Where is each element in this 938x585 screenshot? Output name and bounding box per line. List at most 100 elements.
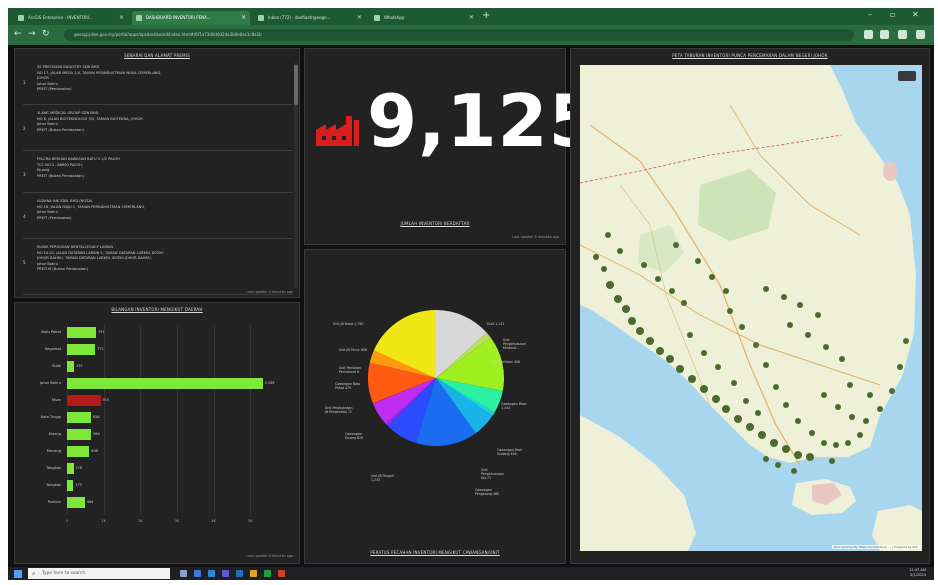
pie-label-line: Kluang 629 — [345, 436, 364, 441]
tab-favicon-icon — [136, 15, 142, 21]
category-label: Pontian — [47, 500, 61, 504]
teams-icon[interactable] — [222, 570, 229, 577]
scrollbar[interactable] — [294, 63, 298, 288]
category-label: Segamat — [44, 347, 61, 351]
pie-label-line: Unit JB Timur 808 — [339, 348, 367, 352]
taskbar-search-input[interactable]: ⌕ Type here to search — [28, 568, 170, 579]
x-tick-label: 3K — [174, 519, 180, 523]
scrollbar-thumb[interactable] — [294, 65, 298, 105]
category-label: Kota Tinggi — [40, 415, 61, 419]
word-icon[interactable] — [236, 570, 243, 577]
task-view-icon[interactable] — [180, 570, 187, 577]
excel-icon[interactable] — [264, 570, 271, 577]
grid-line — [103, 325, 105, 515]
premise-index: 5 — [23, 260, 26, 265]
bar[interactable] — [67, 429, 92, 440]
pie-label-line: Kluit 1,123 — [487, 322, 505, 326]
browser-tab[interactable]: Inbox (772) - doefiastr@eoge... × — [254, 11, 366, 25]
close-icon[interactable]: × — [119, 11, 124, 25]
last-update-text: Last update: 8 minutes ago — [246, 554, 293, 558]
premise-list-item[interactable]: 3 FELCRA BERHAD KAWASAN BATU 3 1/2 PALOH T… — [23, 155, 293, 193]
mail-icon[interactable] — [208, 570, 215, 577]
pie-label-line: Unit JB Barat 1,790 — [333, 322, 364, 326]
pie-label-line: Pahat 479 — [335, 386, 352, 391]
grid-line — [213, 325, 215, 515]
pie-label-line: Pengerang 480 — [475, 492, 500, 497]
premise-line: PREIT-M (Bukan Pembuatan) — [37, 267, 88, 272]
bar[interactable] — [67, 327, 96, 338]
browser-tab-active[interactable]: DASHBOARD INVENTORI PENA... × — [132, 11, 250, 25]
pie-label-line: Unit Penilaian 408 — [491, 360, 520, 364]
pie-label-line: Khidmat ... — [503, 346, 521, 351]
pie-label-line: Aia 71 — [481, 476, 492, 481]
factory-icon — [316, 116, 359, 146]
close-icon[interactable]: × — [241, 11, 246, 25]
premise-list-item[interactable]: 4 ALDANA INK SDN. BHD.(NOSA) NO 18, JALAN … — [23, 197, 293, 239]
bar[interactable] — [67, 497, 85, 508]
pie-label-line: Gudang 456 — [497, 452, 517, 457]
extensions-icon[interactable] — [898, 30, 907, 39]
bar-value-label: 771 — [97, 347, 104, 351]
windows-start-icon[interactable] — [14, 570, 22, 578]
pie-slice-label: Unit JB Tengah 1,233 — [371, 474, 394, 482]
bar[interactable] — [67, 480, 74, 491]
pie-slice-label: Unit Penilaian 408 — [491, 360, 520, 364]
premise-line: JOHOR BAHRU, TAMAN DATARAN LARKIN, 80350… — [37, 256, 152, 261]
premise-list-item[interactable]: 2 3LANC MEDICAL GROUP SDN BHD NO 8, JALAN … — [23, 109, 293, 151]
system-clock[interactable]: 11:47 AM 3/1/2024 — [909, 568, 926, 578]
new-tab-icon[interactable]: + — [482, 10, 490, 21]
browser-tab[interactable]: WhatsApp × — [370, 11, 478, 25]
maximize-icon[interactable]: ▫ — [890, 10, 895, 19]
map-layers-button[interactable] — [898, 71, 916, 81]
premise-details: 3LANC MEDICAL GROUP SDN BHD NO 8, JALAN B… — [37, 111, 143, 133]
premise-list-item[interactable]: 5 KLINIK PERGIGIAN DENTALLEGACY LARKIN NO … — [23, 243, 293, 295]
x-tick-label: 4K — [211, 519, 216, 523]
pie-slice-label: Cawangan Muar 1,104 — [501, 402, 527, 410]
bar[interactable] — [67, 344, 96, 355]
tab-label: Inbox (772) - doefiastr@eoge... — [268, 15, 331, 20]
category-label: Mersing — [46, 449, 61, 453]
map[interactable]: Esri Community Maps Contributors, ... | … — [580, 65, 922, 551]
close-icon[interactable]: × — [469, 11, 474, 25]
pie-slice-label: Cawangan Pasir Gudang 456 — [497, 448, 522, 456]
bar[interactable] — [67, 463, 74, 474]
premise-list-item[interactable]: 1 3S PRECISION INDUSTRY SDN BHD NO 17, JAL… — [23, 63, 293, 105]
category-label: Tangkak — [46, 483, 61, 487]
bar[interactable] — [67, 395, 101, 406]
bar[interactable] — [67, 412, 92, 423]
share-icon[interactable] — [864, 30, 873, 39]
pie-slice-label: Unit Pelaksanaan JB Pengkaltan 71 — [325, 406, 353, 414]
pie-slice-label: Unit JB Barat 1,790 — [333, 322, 363, 326]
panel-title: SENARAI DAN ALAMAT PREMIS — [124, 53, 190, 58]
map-panel: PETA TABURAN INVENTORI PUNCA PENCEMARAN … — [570, 48, 930, 564]
bookmark-icon[interactable] — [880, 30, 889, 39]
tab-favicon-icon — [18, 15, 24, 21]
taskbar: ⌕ Type here to search 11:47 AM 3/1/2024 — [8, 567, 934, 580]
reload-icon[interactable]: ↻ — [42, 29, 50, 39]
grid-line — [177, 325, 178, 515]
browser-tab[interactable]: ArcGIS Enterprise - INVENTORI... × — [14, 11, 128, 25]
address-bar[interactable]: geosppj.doe.gov.my/portal/apps/opsdashbo… — [64, 29, 854, 41]
back-icon[interactable]: ← — [14, 29, 22, 39]
bar-value-label: 197 — [76, 364, 83, 368]
file-explorer-icon[interactable] — [194, 570, 201, 577]
bar-value-label: 484 — [86, 500, 94, 504]
x-tick-label: 0 — [65, 519, 69, 523]
bar-value-label: 608 — [91, 449, 98, 453]
close-icon[interactable]: × — [357, 11, 362, 25]
pie-slice-label: Cawangan Kluang 629 — [345, 432, 363, 440]
bar[interactable] — [67, 378, 263, 389]
minimize-icon[interactable]: – — [868, 10, 872, 19]
profile-icon[interactable] — [916, 30, 925, 39]
bar[interactable] — [67, 361, 75, 372]
premise-index: 2 — [23, 126, 26, 131]
forward-icon[interactable]: → — [28, 29, 36, 39]
close-window-icon[interactable]: ✕ — [912, 10, 919, 19]
address-text: geosppj.doe.gov.my/portal/apps/opsdashbo… — [74, 32, 262, 37]
premise-index: 1 — [23, 80, 26, 85]
pie-slice-label: Unit Penilaian Perindustri 6 — [339, 366, 361, 374]
bar[interactable] — [67, 446, 90, 457]
powerpoint-icon[interactable] — [278, 570, 285, 577]
chrome-icon[interactable] — [250, 570, 257, 577]
x-tick-label: 5K — [248, 519, 253, 523]
